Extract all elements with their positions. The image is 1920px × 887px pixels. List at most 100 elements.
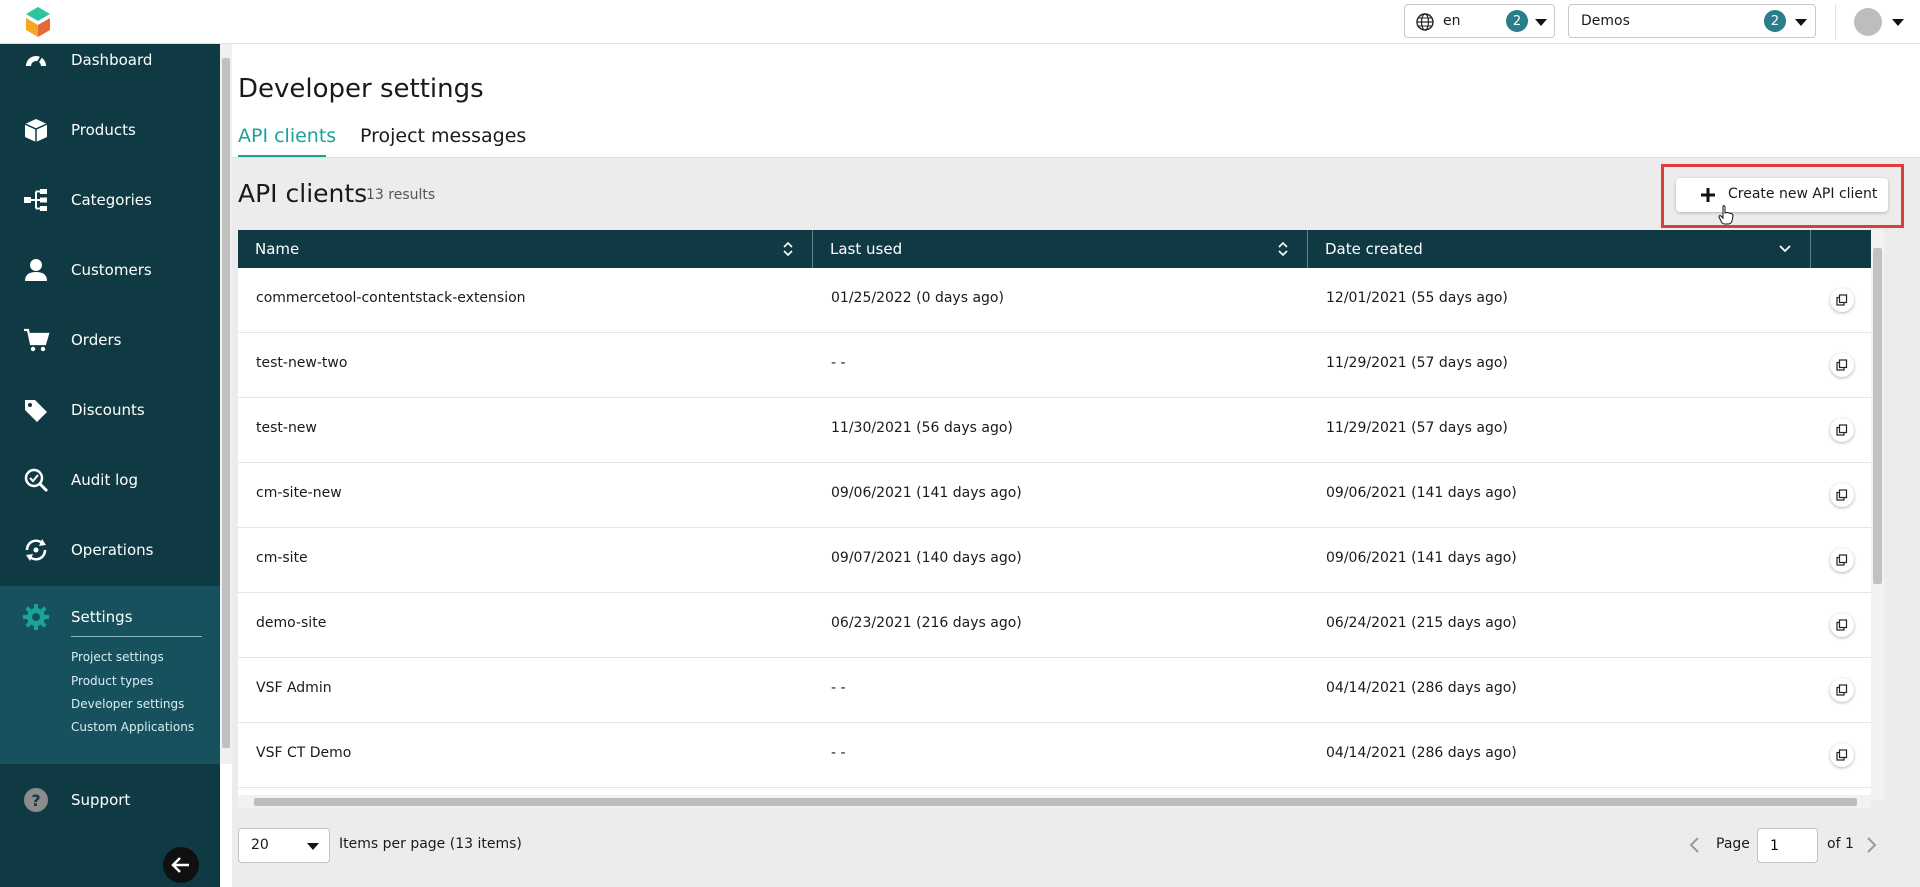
cell-last-used: 09/06/2021 (141 days ago) bbox=[831, 485, 1022, 501]
copy-icon bbox=[1836, 749, 1848, 761]
page-title: Developer settings bbox=[238, 74, 484, 104]
cell-date-created: 09/06/2021 (141 days ago) bbox=[1326, 550, 1517, 566]
language-value: en bbox=[1443, 13, 1461, 29]
chevron-down-icon bbox=[307, 843, 319, 850]
copy-button[interactable] bbox=[1830, 548, 1854, 572]
tab-api-clients[interactable]: API clients bbox=[238, 125, 336, 147]
sort-icon bbox=[1278, 241, 1288, 257]
cell-name: demo-site bbox=[256, 615, 327, 631]
table-row[interactable]: test-new 11/30/2021 (56 days ago) 11/29/… bbox=[238, 398, 1871, 463]
language-select[interactable]: en 2 bbox=[1404, 4, 1555, 38]
results-count: 13 results bbox=[366, 187, 436, 203]
project-count-badge: 2 bbox=[1764, 10, 1786, 32]
api-clients-table: Name Last used Date created commercetool… bbox=[238, 230, 1871, 800]
dashboard-icon bbox=[26, 56, 46, 66]
sidebar-item-customers[interactable]: Customers bbox=[0, 240, 220, 300]
sidebar-item-label: Categories bbox=[71, 191, 152, 209]
table-row[interactable]: cm-site-new 09/06/2021 (141 days ago) 09… bbox=[238, 463, 1871, 528]
page-number-input[interactable] bbox=[1757, 828, 1818, 863]
column-header-name[interactable]: Name bbox=[238, 230, 813, 268]
sidebar-item-support[interactable]: ? Support bbox=[0, 770, 220, 830]
sidebar-subitem-developer-settings[interactable]: Developer settings bbox=[71, 697, 184, 711]
table-vertical-scrollbar-thumb[interactable] bbox=[1873, 248, 1882, 584]
tab-project-messages[interactable]: Project messages bbox=[360, 125, 526, 147]
copy-button[interactable] bbox=[1830, 353, 1854, 377]
previous-page-button[interactable] bbox=[1687, 836, 1701, 854]
copy-icon bbox=[1836, 359, 1848, 371]
table-row[interactable]: cm-site 09/07/2021 (140 days ago) 09/06/… bbox=[238, 528, 1871, 593]
cell-name: cm-site bbox=[256, 550, 308, 566]
create-api-client-button[interactable]: Create new API client bbox=[1676, 178, 1888, 212]
table-horizontal-scrollbar-thumb[interactable] bbox=[254, 798, 1857, 806]
copy-button[interactable] bbox=[1830, 678, 1854, 702]
cell-date-created: 12/01/2021 (55 days ago) bbox=[1326, 290, 1508, 306]
sidebar-item-discounts[interactable]: Discounts bbox=[0, 380, 220, 440]
column-header-date-created[interactable]: Date created bbox=[1308, 230, 1811, 268]
next-page-button[interactable] bbox=[1865, 836, 1879, 854]
sidebar-item-label: Customers bbox=[71, 261, 152, 279]
sidebar-subitem-custom-applications[interactable]: Custom Applications bbox=[71, 720, 194, 734]
sidebar-item-operations[interactable]: Operations bbox=[0, 520, 220, 580]
cell-last-used: - - bbox=[831, 745, 846, 761]
chevron-down-icon bbox=[1795, 19, 1807, 26]
sidebar-item-label: Orders bbox=[71, 331, 122, 349]
sidebar-item-settings[interactable]: Settings Project settings Product types … bbox=[0, 586, 220, 764]
operations-icon bbox=[25, 539, 47, 561]
cell-last-used: - - bbox=[831, 680, 846, 696]
copy-button[interactable] bbox=[1830, 743, 1854, 767]
table-row[interactable]: VSF Admin - - 04/14/2021 (286 days ago) bbox=[238, 658, 1871, 723]
project-select[interactable]: Demos 2 bbox=[1568, 4, 1816, 38]
sidebar: Dashboard Products Categories Customers … bbox=[0, 44, 220, 887]
cell-date-created: 06/24/2021 (215 days ago) bbox=[1326, 615, 1517, 631]
cell-last-used: 06/23/2021 (216 days ago) bbox=[831, 615, 1022, 631]
copy-icon bbox=[1836, 424, 1848, 436]
cell-name: test-new-two bbox=[256, 355, 348, 371]
sidebar-item-audit-log[interactable]: Audit log bbox=[0, 450, 220, 510]
cell-last-used: 11/30/2021 (56 days ago) bbox=[831, 420, 1013, 436]
sidebar-item-orders[interactable]: Orders bbox=[0, 310, 220, 370]
cell-date-created: 04/14/2021 (286 days ago) bbox=[1326, 745, 1517, 761]
copy-icon bbox=[1836, 619, 1848, 631]
table-row[interactable]: test-new-two - - 11/29/2021 (57 days ago… bbox=[238, 333, 1871, 398]
user-menu[interactable] bbox=[1835, 4, 1920, 40]
copy-button[interactable] bbox=[1830, 288, 1854, 312]
sidebar-subitem-project-settings[interactable]: Project settings bbox=[71, 650, 164, 664]
sidebar-scrollbar-thumb[interactable] bbox=[222, 58, 230, 748]
copy-button[interactable] bbox=[1830, 613, 1854, 637]
cell-last-used: 01/25/2022 (0 days ago) bbox=[831, 290, 1004, 306]
sidebar-subitem-product-types[interactable]: Product types bbox=[71, 674, 153, 688]
cell-name: cm-site-new bbox=[256, 485, 342, 501]
sidebar-item-label: Operations bbox=[71, 541, 154, 559]
sidebar-item-dashboard[interactable]: Dashboard bbox=[0, 30, 220, 90]
table-row[interactable]: commercetool-contentstack-extension 01/2… bbox=[238, 268, 1871, 333]
cell-name: VSF Admin bbox=[256, 680, 332, 696]
collapse-sidebar-button[interactable] bbox=[163, 847, 199, 883]
sidebar-item-categories[interactable]: Categories bbox=[0, 170, 220, 230]
top-bar: en 2 Demos 2 bbox=[0, 0, 1920, 44]
copy-button[interactable] bbox=[1830, 483, 1854, 507]
cell-name: VSF CT Demo bbox=[256, 745, 352, 761]
chevron-down-icon bbox=[1779, 245, 1791, 253]
table-header: Name Last used Date created bbox=[238, 230, 1871, 268]
sidebar-item-label: Settings bbox=[71, 608, 133, 626]
page-label: Page bbox=[1716, 836, 1750, 852]
table-row[interactable]: VSF CT Demo - - 04/14/2021 (286 days ago… bbox=[238, 723, 1871, 788]
cell-last-used: - - bbox=[831, 355, 846, 371]
copy-icon bbox=[1836, 684, 1848, 696]
table-row[interactable]: demo-site 06/23/2021 (216 days ago) 06/2… bbox=[238, 593, 1871, 658]
copy-button[interactable] bbox=[1830, 418, 1854, 442]
sidebar-item-label: Audit log bbox=[71, 471, 138, 489]
copy-icon bbox=[1836, 294, 1848, 306]
person-icon bbox=[25, 259, 47, 281]
sidebar-item-products[interactable]: Products bbox=[0, 100, 220, 160]
svg-text:?: ? bbox=[31, 791, 40, 810]
cell-date-created: 04/14/2021 (286 days ago) bbox=[1326, 680, 1517, 696]
section-title: API clients bbox=[238, 179, 368, 208]
language-count-badge: 2 bbox=[1506, 10, 1528, 32]
items-per-page-select[interactable]: 20 bbox=[238, 828, 330, 863]
cell-date-created: 09/06/2021 (141 days ago) bbox=[1326, 485, 1517, 501]
column-header-last-used[interactable]: Last used bbox=[813, 230, 1308, 268]
hand-cursor-icon bbox=[1718, 205, 1734, 225]
cell-name: test-new bbox=[256, 420, 317, 436]
help-icon: ? bbox=[24, 788, 48, 812]
